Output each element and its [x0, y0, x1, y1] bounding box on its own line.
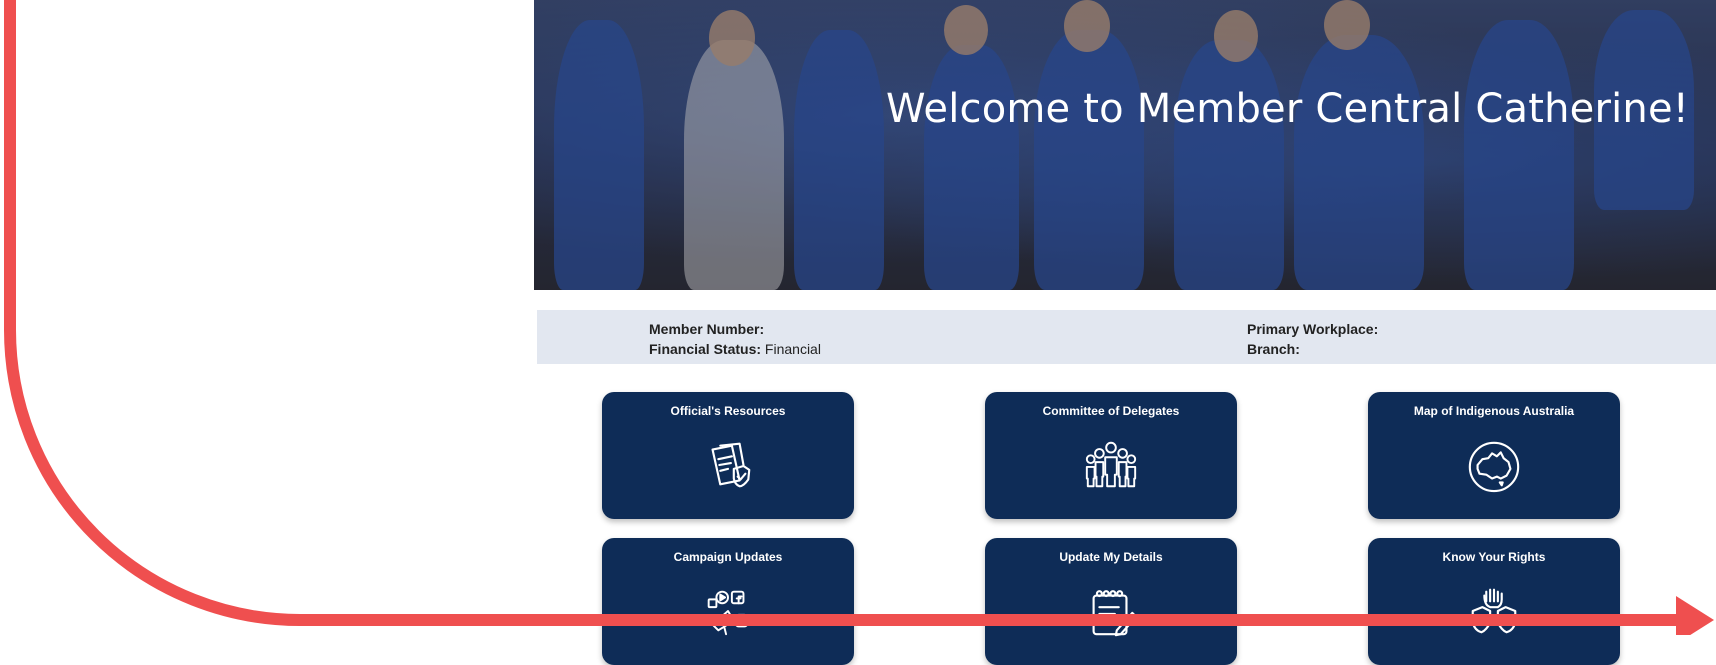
document-shield-icon	[711, 442, 751, 488]
notepad-pen-icon	[1092, 590, 1138, 637]
welcome-title: Welcome to Member Central Catherine!	[886, 86, 1690, 132]
tile-campaign-updates[interactable]: Campaign Updates	[602, 538, 854, 665]
tile-label: Official's Resources	[670, 404, 786, 418]
australia-map-icon	[1468, 441, 1520, 493]
member-info-bar: Member Number: Financial Status: Financi…	[537, 310, 1716, 364]
financial-status-value: Financial	[764, 341, 821, 357]
tile-label: Committee of Delegates	[1042, 404, 1180, 418]
tile-label: Campaign Updates	[673, 550, 783, 564]
tile-committee-of-delegates[interactable]: Committee of Delegates	[985, 392, 1237, 519]
quick-link-tiles: Official's Resources Committee of Delega…	[602, 392, 1622, 665]
tile-label: Map of Indigenous Australia	[1413, 404, 1575, 418]
primary-workplace-row: Primary Workplace:	[1247, 319, 1378, 339]
group-people-icon	[1085, 441, 1137, 488]
member-number-row: Member Number:	[649, 319, 821, 339]
member-info-right: Primary Workplace: Branch:	[1247, 319, 1378, 359]
branch-row: Branch:	[1247, 339, 1378, 359]
financial-status-label: Financial Status:	[649, 341, 762, 357]
fist-shields-icon	[1471, 588, 1517, 634]
primary-workplace-label: Primary Workplace:	[1247, 321, 1379, 337]
tile-label: Update My Details	[1059, 550, 1163, 564]
tile-know-your-rights[interactable]: Know Your Rights	[1368, 538, 1620, 665]
financial-status-row: Financial Status: Financial	[649, 339, 821, 359]
social-media-icon	[707, 590, 749, 636]
tile-map-of-indigenous-australia[interactable]: Map of Indigenous Australia	[1368, 392, 1620, 519]
branch-label: Branch:	[1247, 341, 1300, 357]
hero-banner: Welcome to Member Central Catherine!	[534, 0, 1716, 290]
member-info-left: Member Number: Financial Status: Financi…	[649, 319, 821, 359]
member-number-label: Member Number:	[649, 321, 765, 337]
tile-officials-resources[interactable]: Official's Resources	[602, 392, 854, 519]
tile-label: Know Your Rights	[1442, 550, 1546, 564]
tile-update-my-details[interactable]: Update My Details	[985, 538, 1237, 665]
